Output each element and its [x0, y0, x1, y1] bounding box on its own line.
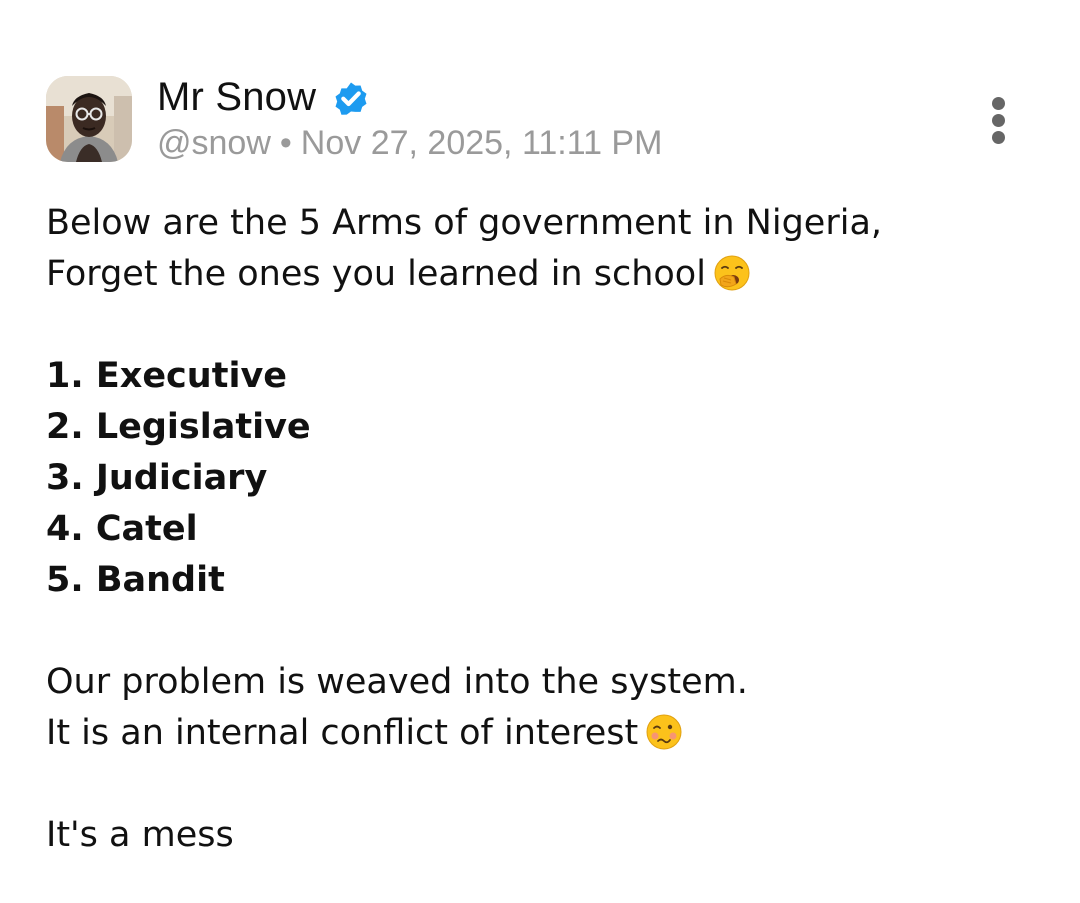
ellipsis-dot — [992, 131, 1005, 144]
post-meta: @snow • Nov 27, 2025, 11:11 PM — [157, 124, 662, 163]
author-handle[interactable]: @snow — [157, 124, 271, 162]
person-avatar-icon — [46, 76, 132, 162]
body-line: It's a mess — [46, 815, 234, 855]
name-row: Mr Snow — [157, 72, 662, 122]
arm-list-item: 1. Executive — [46, 356, 288, 396]
body-line: Forget the ones you learned in school — [46, 249, 1046, 300]
verified-badge-icon — [335, 82, 367, 115]
more-options-button[interactable] — [984, 92, 1014, 148]
arm-list-item: 5. Bandit — [46, 560, 225, 600]
body-line: Below are the 5 Arms of government in Ni… — [46, 203, 883, 243]
avatar[interactable] — [46, 76, 132, 162]
ellipsis-dot — [992, 114, 1005, 127]
post-card: Mr Snow @snow • Nov 27, 2025, 11:11 PM Bel… — [0, 0, 1080, 903]
post-timestamp[interactable]: Nov 27, 2025, 11:11 PM — [301, 124, 663, 162]
arm-list-item: 4. Catel — [46, 509, 198, 549]
body-line: Our problem is weaved into the system. — [46, 662, 748, 702]
post-header: Mr Snow @snow • Nov 27, 2025, 11:11 PM — [157, 72, 662, 163]
arm-list-item: 2. Legislative — [46, 407, 311, 447]
woozy-face-emoji-icon — [646, 714, 682, 750]
body-line: It is an internal conflict of interest — [46, 708, 1046, 759]
post-body: Below are the 5 Arms of government in Ni… — [46, 198, 1046, 861]
body-line-text: It is an internal conflict of interest — [46, 713, 639, 753]
arm-list-item: 3. Judiciary — [46, 458, 268, 498]
vertical-ellipsis-icon — [992, 97, 1005, 110]
body-line-text: Forget the ones you learned in school — [46, 254, 706, 294]
author-display-name[interactable]: Mr Snow — [157, 75, 316, 120]
meta-separator: • — [279, 124, 292, 162]
yawning-face-emoji-icon — [714, 255, 750, 291]
